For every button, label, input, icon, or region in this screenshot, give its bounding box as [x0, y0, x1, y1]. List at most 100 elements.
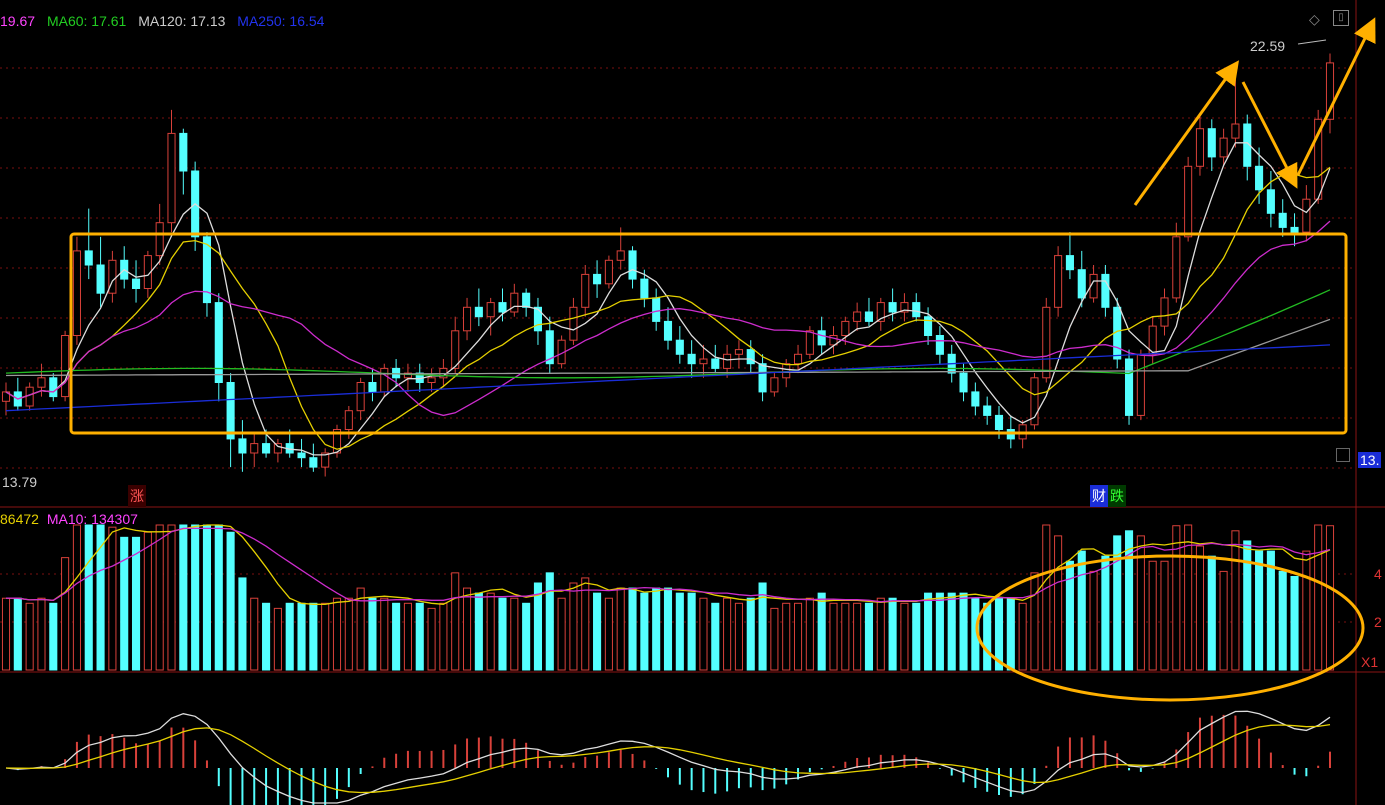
volume-bar [131, 536, 141, 671]
volume-bar [876, 597, 885, 671]
candle-body [687, 353, 696, 365]
candle [900, 293, 909, 322]
volume-bar [557, 597, 566, 671]
volume-bar [309, 602, 318, 671]
candle [1160, 288, 1169, 336]
volume-bar [1195, 545, 1205, 671]
candle [1325, 53, 1335, 134]
candle [462, 297, 472, 341]
volume-bar [368, 597, 377, 671]
candle-body [1101, 273, 1110, 308]
candle [13, 377, 22, 411]
volume-bar [380, 597, 389, 671]
marker-cai[interactable]: 财 [1090, 485, 1108, 507]
volume-bar [924, 592, 933, 671]
volume-bar [61, 557, 70, 671]
macd-dif-line [5, 710, 1331, 804]
candle-body [734, 349, 743, 355]
diamond-icon[interactable]: ◇ [1309, 11, 1320, 28]
volume-bar [191, 524, 200, 671]
candle [533, 297, 543, 345]
volume-bar [143, 531, 152, 671]
volume-bar [1325, 525, 1335, 671]
volume-bar [1030, 572, 1039, 671]
volume-bar [723, 597, 732, 671]
candle-body [569, 306, 578, 341]
candle-body [131, 278, 141, 290]
volume-bar [202, 524, 212, 671]
volume-bar [486, 592, 495, 671]
expand-icon[interactable] [1336, 448, 1350, 462]
volume-bar [959, 592, 968, 671]
volume-bar [782, 602, 791, 671]
candle-body [344, 410, 353, 431]
candle [522, 288, 531, 317]
candle-body [96, 264, 105, 294]
volume-bar [474, 592, 483, 671]
candle [569, 297, 578, 345]
volume-bar [687, 592, 696, 671]
candle [321, 448, 330, 477]
volume-bar [392, 602, 401, 671]
ma-value: 19.67 [0, 13, 36, 29]
candle-body [214, 302, 223, 384]
volume-bar [84, 524, 93, 671]
candle [805, 326, 814, 359]
candle [935, 326, 944, 364]
vol-axis-label-2: 2 [1374, 614, 1382, 630]
candle-body [640, 278, 649, 299]
volume-bar [829, 602, 838, 671]
candle-body [179, 132, 188, 172]
volume-bar [108, 526, 117, 671]
candle-body [746, 349, 755, 365]
volume-bar [545, 572, 554, 671]
candle-body [1124, 358, 1134, 416]
candle-body [309, 457, 318, 468]
candle-body [994, 414, 1004, 430]
volume-bar [758, 582, 767, 671]
volume-bar [841, 602, 850, 671]
candle-body [380, 367, 389, 393]
volume-bar [1124, 530, 1134, 671]
volume-bar [1148, 560, 1157, 671]
window-icon[interactable]: ▯ [1333, 10, 1349, 26]
candle [474, 288, 483, 327]
candle-body [593, 273, 602, 285]
candle-body [297, 452, 306, 459]
candle [427, 368, 436, 392]
candle-body [805, 330, 814, 355]
candle-body [1065, 255, 1074, 271]
candle-body [853, 311, 862, 322]
ma120-label: MA120: 17.13 [138, 13, 226, 29]
candle [876, 297, 885, 331]
right-price-tag: 13. [1358, 452, 1382, 468]
candle-body [581, 273, 590, 308]
candle-body [782, 363, 791, 379]
volume-bar [947, 592, 956, 671]
candle-body [155, 222, 164, 257]
candle [711, 344, 720, 374]
volume-bar [120, 536, 129, 671]
candle [983, 396, 992, 425]
candle-body [238, 438, 247, 454]
vol-axis-label-4: 4 [1374, 566, 1382, 582]
candle [971, 382, 980, 416]
marker-zhang[interactable]: 涨 [128, 485, 146, 507]
candle [131, 260, 141, 303]
volume-bar [25, 602, 34, 671]
candle-body [841, 320, 850, 336]
candle [853, 302, 862, 331]
candle [1077, 250, 1086, 308]
candle [226, 373, 235, 468]
volume-ma10-label: MA10: 134307 [46, 511, 138, 527]
marker-die[interactable]: 跌 [1108, 485, 1126, 507]
candle-body [262, 443, 271, 454]
candle-body [498, 302, 507, 313]
candle [84, 208, 93, 280]
volume-bar [1077, 550, 1086, 671]
candle-body [1160, 297, 1169, 327]
volume-bar [427, 607, 436, 671]
candle-body [1290, 226, 1299, 233]
macd-panel [5, 710, 1331, 805]
candle [1231, 72, 1240, 148]
